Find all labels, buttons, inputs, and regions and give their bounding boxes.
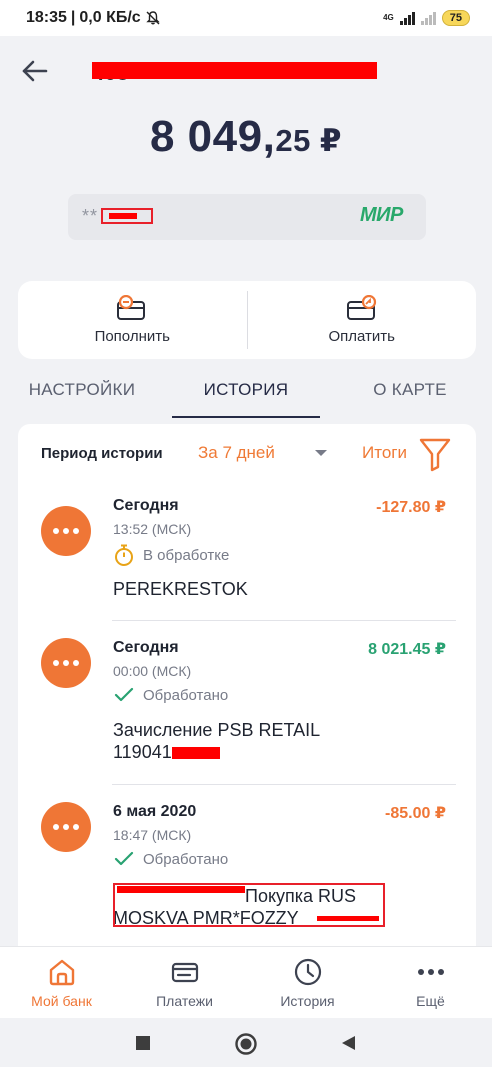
tx-time: 18:47 (МСК) [113,827,192,843]
transaction-row[interactable]: Сегодня 00:00 (МСК) Обработано 8 021.45 … [18,620,476,784]
period-label: Период истории [41,445,163,462]
totals-link[interactable]: Итоги [362,443,407,463]
status-time: 18:35 [26,9,67,26]
wallet-icon [171,962,198,982]
balance: 8 049,25 ₽ [0,112,492,162]
tx-amount: -85.00 ₽ [385,805,446,822]
network-type: 4G [383,13,394,22]
status-speed: 0,0 КБ/с [79,9,141,26]
tab-card-info[interactable]: О КАРТЕ [328,370,492,418]
top-up-button[interactable]: Пополнить [18,281,247,359]
status-separator: | [70,9,76,26]
history-panel: Период истории За 7 дней Итоги Сегодня 1… [18,424,476,984]
tx-status: В обработке [113,543,229,567]
quick-actions: Пополнить Оплатить [18,281,476,359]
pay-label: Оплатить [328,328,396,345]
tx-merchant: PEREKRESTOK [113,579,248,599]
card-pay-icon [346,295,376,320]
stopwatch-icon [115,544,133,566]
clock-icon [294,958,321,985]
check-icon [114,851,134,866]
tx-status: Обработано [113,686,228,704]
filter-row: Период истории За 7 дней Итоги [18,424,476,482]
row-divider [112,620,456,621]
tx-amount: 8 021.45 ₽ [368,641,446,658]
tx-time: 00:00 (МСК) [113,663,192,679]
signal-2-icon [420,11,436,25]
recents-square-icon[interactable] [135,1035,151,1051]
battery-indicator: 75 [441,10,470,26]
more-dots-icon [41,802,91,852]
pay-button[interactable]: Оплатить [248,281,477,359]
balance-main: 8 049, [149,112,276,161]
more-dots-icon [41,638,91,688]
check-icon [114,687,134,702]
card-number-mask: ** [82,206,99,226]
tab-bar: НАСТРОЙКИ ИСТОРИЯ О КАРТЕ [0,370,492,418]
tab-settings[interactable]: НАСТРОЙКИ [0,370,164,418]
home-icon [49,959,74,985]
tab-history[interactable]: ИСТОРИЯ [164,370,328,418]
period-select[interactable]: За 7 дней [198,443,275,463]
bottom-navigation: Мой банк Платежи История Ещё [0,946,492,1018]
system-navigation [0,1018,492,1067]
filter-funnel-icon[interactable] [418,436,452,472]
tx-status: Обработано [113,850,228,868]
redaction-bar [92,62,377,79]
card-plus-icon [117,295,146,320]
tx-time: 13:52 (МСК) [113,521,192,537]
row-divider [112,784,456,785]
status-bar: 18:35 | 0,0 КБ/с 4G 75 [0,0,492,36]
transaction-row[interactable]: Сегодня 13:52 (МСК) В обработке -127.80 … [18,492,476,620]
nav-my-bank[interactable]: Мой банк [0,947,123,1018]
tx-amount: -127.80 ₽ [376,499,446,516]
back-arrow-icon[interactable] [20,56,50,86]
more-icon [417,968,444,975]
redaction-bar [171,747,220,759]
tx-date: 6 мая 2020 [113,803,197,820]
tx-date: Сегодня [113,497,179,514]
mir-logo: МИР [360,204,403,226]
home-circle-icon[interactable] [235,1033,257,1055]
nav-history[interactable]: История [246,947,369,1018]
nav-payments[interactable]: Платежи [123,947,246,1018]
nav-more[interactable]: Ещё [369,947,492,1018]
top-up-label: Пополнить [94,328,170,345]
back-triangle-icon[interactable] [340,1035,356,1051]
chevron-down-icon[interactable] [314,449,328,457]
tx-description: Покупка RUS MOSKVA PMR*FOZZY [113,886,357,928]
signal-icon [399,11,415,25]
tx-description: Зачисление PSB RETAIL 119041 [113,720,321,762]
more-dots-icon [41,506,91,556]
tx-date: Сегодня [113,639,179,656]
bell-off-icon [146,11,160,25]
balance-fraction: 25 ₽ [275,123,342,158]
redaction-box [101,208,153,224]
